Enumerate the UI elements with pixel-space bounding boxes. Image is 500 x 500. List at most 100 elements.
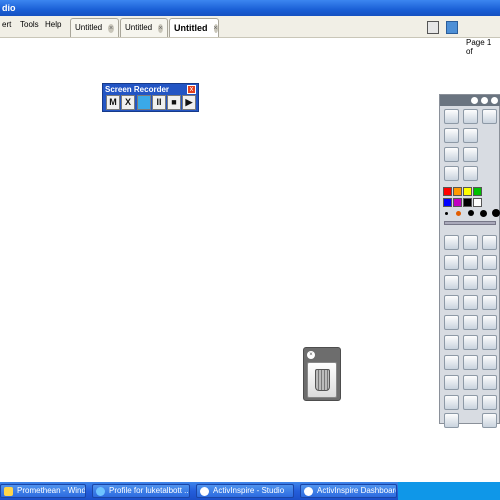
clock-icon[interactable] [463,375,478,390]
color-swatch[interactable] [453,198,462,207]
settings-icon[interactable] [482,109,497,124]
protractor-icon[interactable] [482,295,497,310]
fill-icon[interactable] [482,255,497,270]
tab-label: Untitled [174,23,208,33]
recorder-cancel-button[interactable]: X [121,95,135,110]
pen-icon[interactable] [482,235,497,250]
close-icon[interactable]: × [307,351,315,359]
scanner-icon[interactable] [463,147,478,162]
trash-can-icon [315,369,330,391]
pen-width-option[interactable] [480,209,487,217]
close-icon[interactable]: x [187,85,196,94]
printer-icon[interactable] [482,335,497,350]
fill-icon[interactable] [444,315,459,330]
object-browser-icon[interactable] [463,109,478,124]
color-swatch[interactable] [473,198,482,207]
redo-icon[interactable] [463,355,478,370]
taskbar-item-promethean[interactable]: Promethean - Windo... [0,484,86,498]
image-icon[interactable] [444,128,459,143]
trash-area[interactable] [307,362,337,398]
tab-close-icon[interactable]: × [108,23,114,33]
pages-icon[interactable] [444,413,459,428]
zoom-icon[interactable] [463,128,478,143]
app-window: dio ert Tools Help Untitled × Untitled ×… [0,0,500,500]
calculator-icon[interactable] [463,395,478,410]
shape-icon[interactable] [444,295,459,310]
page-browser-icon[interactable] [427,21,439,34]
taskbar-item-label: Profile for luketalbott ... [109,486,190,495]
play-icon[interactable] [444,166,459,181]
taskbar-item-label: ActivInspire - Studio [213,486,285,495]
connector-icon[interactable] [463,295,478,310]
toolbox-menu-icon[interactable] [471,97,478,104]
window-title: dio [2,3,16,13]
recorder-title: Screen Recorder [105,85,170,94]
tab-untitled-1[interactable]: Untitled × [70,18,119,37]
keyboard-icon[interactable] [482,375,497,390]
tab-close-icon[interactable]: × [158,23,163,33]
menu-tools[interactable]: Tools [20,20,39,29]
refresh-icon[interactable] [463,335,478,350]
color-swatch[interactable] [463,198,472,207]
pen-width-option[interactable] [468,210,474,216]
highlighter-icon[interactable] [463,255,478,270]
record-camera-icon[interactable] [137,95,151,110]
marker-icon[interactable] [444,255,459,270]
tab-untitled-2[interactable]: Untitled × [120,18,168,37]
pointer-icon[interactable] [444,235,459,250]
star-icon[interactable] [446,21,458,34]
pen-width-slider[interactable] [444,221,496,225]
color-swatch[interactable] [473,187,482,196]
color-swatch[interactable] [443,198,452,207]
pause-button[interactable]: II [152,95,166,110]
stop-button[interactable]: ■ [167,95,181,110]
taskbar-item-label: ActivInspire Dashboard [317,486,397,495]
toolbox-minimize-icon[interactable] [481,97,488,104]
paste-icon[interactable] [444,335,459,350]
internet-explorer-icon [96,487,105,496]
taskbar-item-label: Promethean - Windo... [17,486,86,495]
delete-icon[interactable] [482,275,497,290]
toolbox-close-icon[interactable] [491,97,498,104]
menu-insert[interactable]: ert [2,20,11,29]
tools-icon[interactable] [463,235,478,250]
spotlight-icon[interactable] [482,395,497,410]
reset-icon[interactable] [482,355,497,370]
screen-recorder-window[interactable]: Screen Recorder x M X II ■ ▶ [102,83,199,112]
system-tray [398,482,500,500]
color-swatch[interactable] [453,187,462,196]
tab-label: Untitled [125,23,153,32]
color-swatch[interactable] [463,187,472,196]
save-icon[interactable] [482,315,497,330]
title-bar: dio [0,0,500,16]
pen-width-option[interactable] [445,211,448,215]
eraser-icon[interactable] [444,275,459,290]
taskbar-item-profile[interactable]: Profile for luketalbott ... [92,484,190,498]
tab-label: Untitled [75,23,103,32]
magic-ink-icon[interactable] [463,275,478,290]
menu-help[interactable]: Help [45,20,61,29]
activinspire-icon [304,487,313,496]
activinspire-icon [200,487,209,496]
pen-width-option[interactable] [492,209,500,217]
image-icon[interactable] [444,395,459,410]
print-icon[interactable] [444,147,459,162]
tab-close-icon[interactable]: × [213,23,218,33]
camera-icon[interactable] [463,315,478,330]
taskbar-item-activinspire-dashboard[interactable]: ActivInspire Dashboard [300,484,397,498]
recorder-menu-button[interactable]: M [106,95,120,110]
trash-widget[interactable]: × [303,347,341,401]
tab-untitled-3[interactable]: Untitled × [169,18,219,37]
globe-icon[interactable] [463,166,478,181]
tools-icon[interactable] [482,413,497,428]
pen-width-option[interactable] [456,210,461,216]
toolbox-header[interactable] [440,95,500,106]
lock-icon[interactable] [444,375,459,390]
page-browser-icon[interactable] [444,109,459,124]
taskbar-item-activinspire-studio[interactable]: ActivInspire - Studio [196,484,294,498]
play-button[interactable]: ▶ [182,95,196,110]
folder-icon [4,487,13,496]
undo-icon[interactable] [444,355,459,370]
menu-and-tab-strip: ert Tools Help Untitled × Untitled × Unt… [0,16,500,56]
color-swatch[interactable] [443,187,452,196]
